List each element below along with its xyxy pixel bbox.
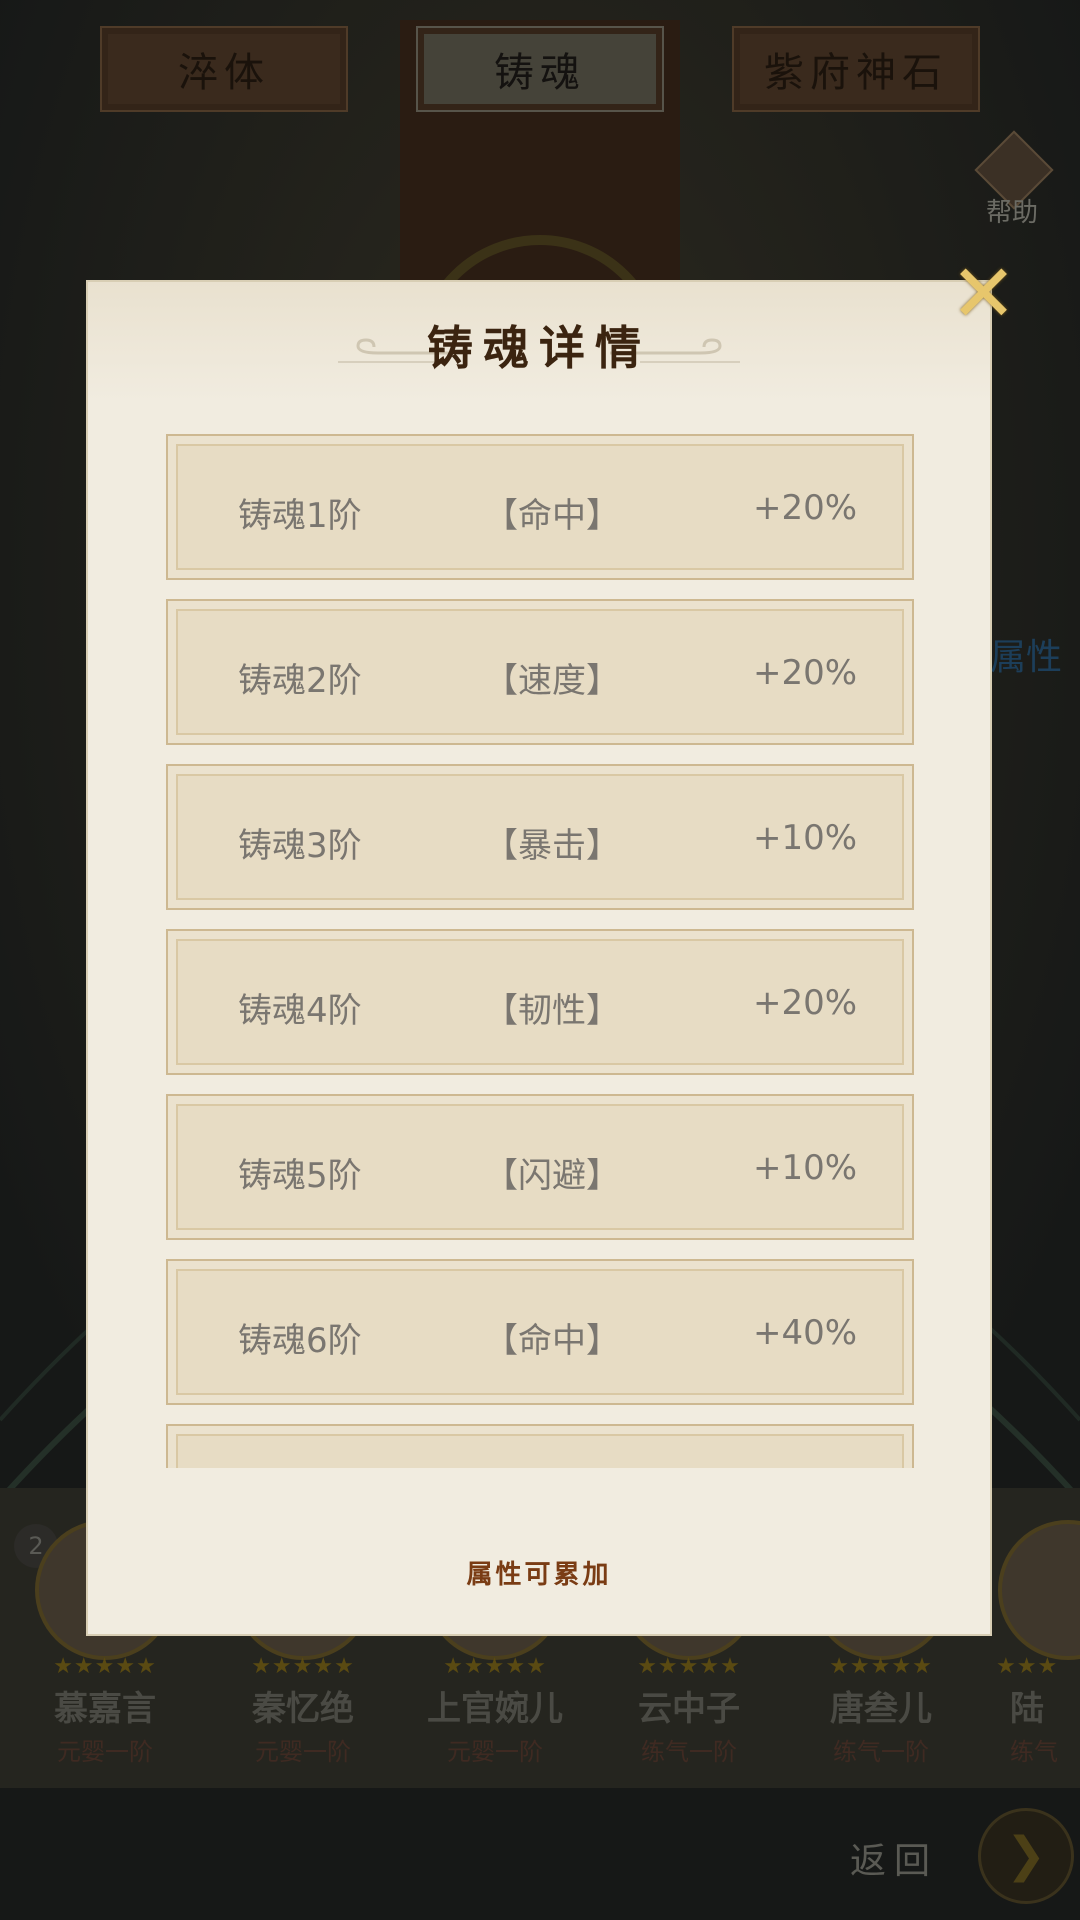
bonus-value: +40%	[753, 1313, 858, 1353]
attribute-label: 【暴击】	[484, 826, 620, 866]
star-rating: ★★★★★	[443, 1654, 547, 1679]
hero-rank: 元婴一阶	[57, 1738, 153, 1766]
level-label: 铸魂3阶	[238, 826, 362, 866]
hero-name: 秦忆绝	[252, 1689, 354, 1729]
attribute-label: 【命中】	[484, 1321, 620, 1361]
tab-label: 铸魂	[494, 50, 586, 96]
return-label: 返回	[850, 1841, 939, 1882]
list-item: 铸魂6阶 【命中】 +40%	[166, 1259, 914, 1405]
tab-cuiti[interactable]: 淬体	[100, 26, 348, 112]
hero-rank: 元婴一阶	[255, 1738, 351, 1766]
bonus-value: +10%	[753, 818, 858, 858]
return-button[interactable]: 返回 ❯	[820, 1808, 1074, 1904]
level-label: 铸魂5阶	[238, 1156, 362, 1196]
list-item: 铸魂5阶 【闪避】 +10%	[166, 1094, 914, 1240]
bonus-value: +10%	[753, 1148, 858, 1188]
attribute-side-tab[interactable]: 属性	[990, 628, 1062, 680]
star-rating: ★★★★★	[637, 1654, 741, 1679]
hero-name: 上官婉儿	[427, 1689, 563, 1729]
zhuhun-detail-modal: 铸魂详情 铸魂1阶 【命中】 +20% 铸魂2阶 【速度】 +20% 铸魂3阶 …	[88, 282, 990, 1634]
hero-rank: 练气	[1010, 1738, 1058, 1766]
star-rating: ★★★	[996, 1654, 1059, 1679]
tab-zhuhun[interactable]: 铸魂	[416, 26, 664, 112]
star-rating: ★★★★★	[829, 1654, 933, 1679]
tab-label: 紫府神石	[764, 50, 948, 96]
hero-portrait	[998, 1520, 1080, 1660]
arrow-right-icon: ❯	[978, 1808, 1074, 1904]
footer-note: 属性可累加	[466, 1560, 612, 1590]
star-rating: ★★★★★	[251, 1654, 355, 1679]
bonus-value: +20%	[753, 653, 858, 693]
level-label: 铸魂4阶	[238, 991, 362, 1031]
list-item: 铸魂4阶 【韧性】 +20%	[166, 929, 914, 1075]
level-label: 铸魂2阶	[238, 661, 362, 701]
modal-title: 铸魂详情	[427, 321, 651, 375]
hero-rank: 元婴一阶	[447, 1738, 543, 1766]
list-item: 铸魂1阶 【命中】 +20%	[166, 434, 914, 580]
detail-list[interactable]: 铸魂1阶 【命中】 +20% 铸魂2阶 【速度】 +20% 铸魂3阶 【暴击】 …	[166, 434, 918, 1468]
hero-name: 云中子	[638, 1689, 740, 1729]
attribute-label: 【韧性】	[484, 991, 620, 1031]
hero-rank: 练气一阶	[833, 1738, 929, 1766]
list-item: 铸魂2阶 【速度】 +20%	[166, 599, 914, 745]
level-label: 铸魂6阶	[238, 1321, 362, 1361]
list-item: 铸魂3阶 【暴击】 +10%	[166, 764, 914, 910]
bonus-value: +20%	[753, 488, 858, 528]
bonus-value: +20%	[753, 983, 858, 1023]
attribute-label: 【闪避】	[484, 1156, 620, 1196]
tab-zifu-shenshi[interactable]: 紫府神石	[732, 26, 980, 112]
level-label: 铸魂1阶	[238, 496, 362, 536]
help-label[interactable]: 帮助	[986, 192, 1038, 229]
attribute-label: 【速度】	[484, 661, 620, 701]
hero-name: 陆	[1010, 1689, 1044, 1729]
close-icon[interactable]: ✕	[950, 254, 1017, 334]
list-item-partial	[166, 1424, 914, 1468]
hero-name: 慕嘉言	[54, 1689, 156, 1729]
star-rating: ★★★★★	[53, 1654, 157, 1679]
hero-rank: 练气一阶	[641, 1738, 737, 1766]
hero-name: 唐叁儿	[830, 1689, 932, 1729]
attribute-label: 【命中】	[484, 496, 620, 536]
tab-label: 淬体	[178, 50, 270, 96]
